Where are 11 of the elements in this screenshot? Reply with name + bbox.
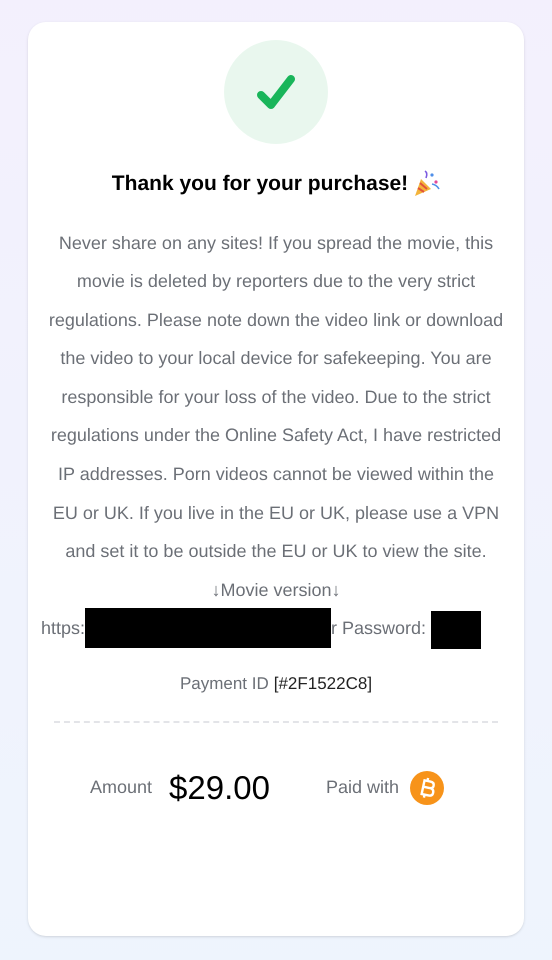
password-label: r Password: (331, 616, 426, 640)
payment-id-label: Payment ID (180, 673, 269, 696)
payment-id-value: [#2F1522C8] (274, 673, 372, 696)
redaction-bar (431, 611, 482, 650)
amount-value: $29.00 (169, 768, 270, 808)
party-popper-icon (412, 170, 440, 198)
amount-label: Amount (90, 776, 152, 800)
page-title: Thank you for your purchase! (112, 171, 408, 197)
bitcoin-icon (410, 770, 444, 805)
link-prefix: https: (41, 616, 86, 640)
paid-with-label: Paid with (326, 776, 400, 800)
